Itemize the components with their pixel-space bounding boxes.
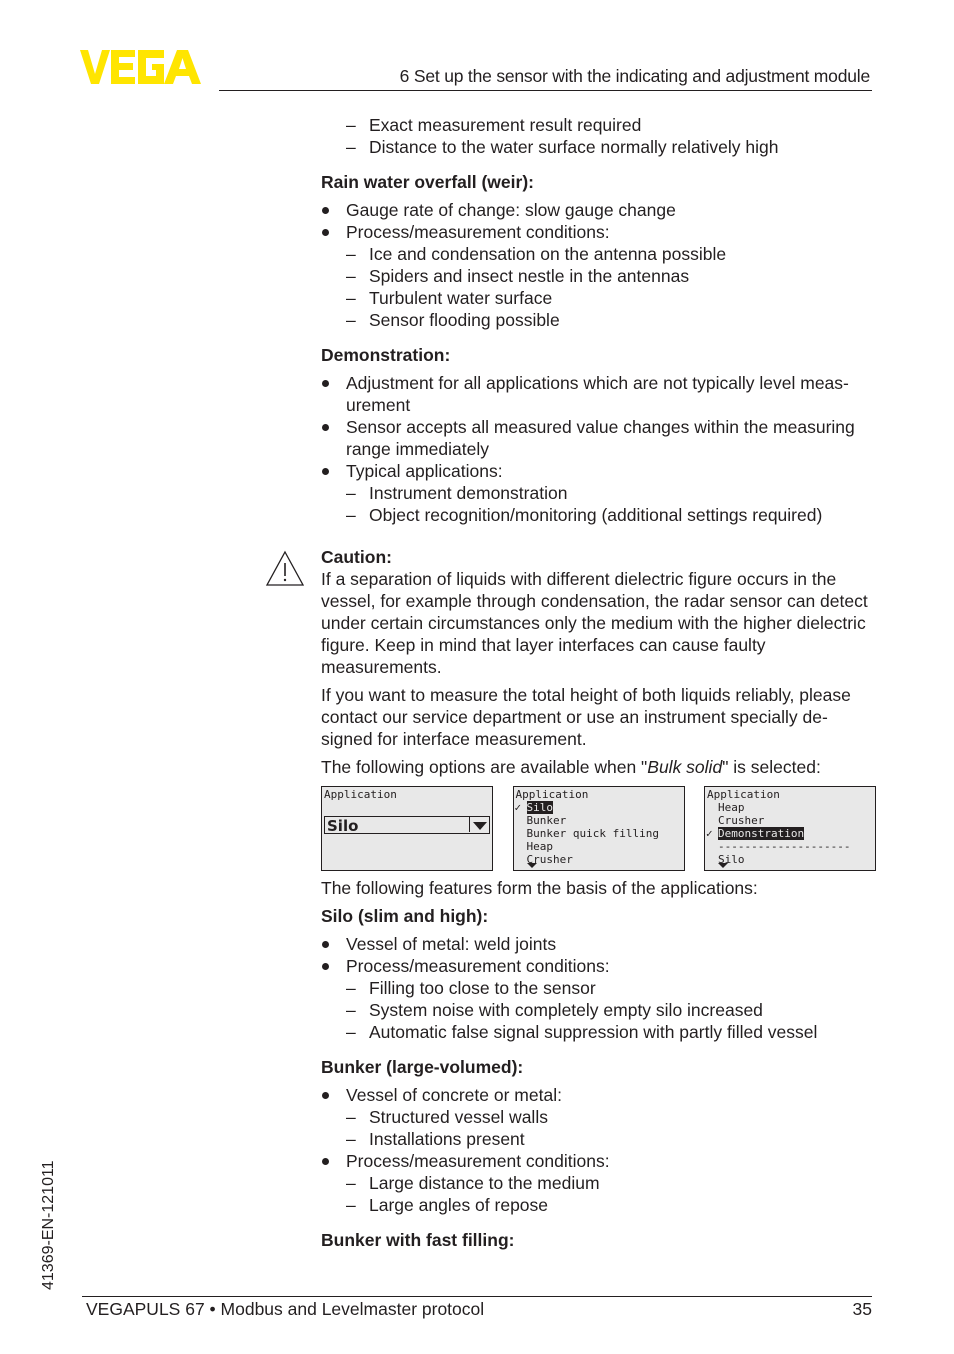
display-application-select: Application Silo xyxy=(321,786,493,871)
footer-product: VEGAPULS 67 • Modbus and Levelmaster pro… xyxy=(86,1299,485,1319)
list-item: Installations present xyxy=(321,1128,876,1150)
display-title: Application xyxy=(324,788,397,801)
dropdown-value: Silo xyxy=(327,817,359,835)
display-title: Application xyxy=(515,788,589,801)
options-intro-pre: The following options are available when… xyxy=(321,757,648,777)
heading-caution: Caution: xyxy=(321,547,392,567)
list-item: Process/measurement conditions: xyxy=(321,221,876,243)
list-item: Filling too close to the sensor xyxy=(321,977,876,999)
list-item: System noise with completely empty silo … xyxy=(321,999,876,1021)
application-dropdown: Silo xyxy=(324,816,490,835)
check-icon: ✓ xyxy=(706,827,713,840)
menu-option: Silo xyxy=(526,801,553,814)
scroll-down-icon xyxy=(718,863,728,868)
list-item: Adjustment for all applications which ar… xyxy=(321,372,876,416)
menu-option: Heap xyxy=(526,840,554,853)
main-content: Exact measurement result required Distan… xyxy=(321,114,876,1257)
options-intro-post: " is selected: xyxy=(722,757,821,777)
footer-divider xyxy=(82,1296,872,1297)
heading-bunker: Bunker (large-volumed): xyxy=(321,1057,524,1077)
list-item: Gauge rate of change: slow gauge change xyxy=(321,199,876,221)
list-item: Exact measurement result required xyxy=(321,114,876,136)
features-intro: The following features form the basis of… xyxy=(321,878,758,898)
caution-text: If a separation of liquids with differen… xyxy=(321,569,868,677)
page-number: 35 xyxy=(852,1299,872,1319)
dropdown-arrow-icon xyxy=(469,817,489,832)
list-item: Spiders and insect nestle in the antenna… xyxy=(321,265,876,287)
list-item: Large distance to the medium xyxy=(321,1172,876,1194)
list-item: Structured vessel walls xyxy=(321,1106,876,1128)
caution-paragraph-2: If you want to measure the total height … xyxy=(321,685,851,749)
list-item: Sensor flooding possible xyxy=(321,309,876,331)
menu-option: Heap xyxy=(718,801,745,814)
list-item: Instrument demonstration xyxy=(321,482,876,504)
heading-bunker-fast: Bunker with fast filling: xyxy=(321,1230,515,1250)
list-item: Object recognition/monitoring (additiona… xyxy=(321,504,876,526)
options-intro-em: Bulk solid xyxy=(647,757,723,777)
display-application-list-2: Application Heap Crusher ✓ Demonstration… xyxy=(704,786,876,871)
document-code: 41369-EN-121011 xyxy=(40,1160,57,1290)
menu-option: Crusher xyxy=(718,814,765,827)
menu-option: Bunker quick filling xyxy=(526,827,659,840)
display-title: Application xyxy=(707,788,780,801)
heading-rain-water: Rain water overfall (weir): xyxy=(321,172,534,192)
list-item: Typical applications: xyxy=(321,460,876,482)
menu-option: Bunker xyxy=(526,814,567,827)
list-item: Sensor accepts all measured value change… xyxy=(321,416,876,460)
check-icon: ✓ xyxy=(514,801,522,814)
list-item: Process/measurement conditions: xyxy=(321,955,876,977)
list-item: Automatic false signal suppression with … xyxy=(321,1021,876,1043)
scroll-down-icon xyxy=(526,863,537,868)
list-item: Process/measurement conditions: xyxy=(321,1150,876,1172)
list-item: Vessel of metal: weld joints xyxy=(321,933,876,955)
heading-demonstration: Demonstration: xyxy=(321,345,451,365)
list-item: Large angles of repose xyxy=(321,1194,876,1216)
list-item: Turbulent water surface xyxy=(321,287,876,309)
list-item: Distance to the water surface normally r… xyxy=(321,136,876,158)
menu-option: Demonstration xyxy=(718,827,805,840)
warning-triangle-icon xyxy=(265,550,305,586)
options-intro: The following options are available when… xyxy=(321,756,876,778)
list-item: Vessel of concrete or metal: xyxy=(321,1084,876,1106)
display-application-list-1: Application ✓ Silo Bunker Bunker quick f… xyxy=(512,786,685,871)
list-item: Ice and condensation on the antenna poss… xyxy=(321,243,876,265)
header-divider xyxy=(219,90,872,91)
heading-silo: Silo (slim and high): xyxy=(321,906,489,926)
vega-logo xyxy=(80,50,201,84)
section-title: 6 Set up the sensor with the indicating … xyxy=(399,66,871,86)
menu-separator: -------------------- xyxy=(718,840,851,853)
display-screenshots: Application Silo Application ✓ Silo Bunk… xyxy=(321,786,876,871)
